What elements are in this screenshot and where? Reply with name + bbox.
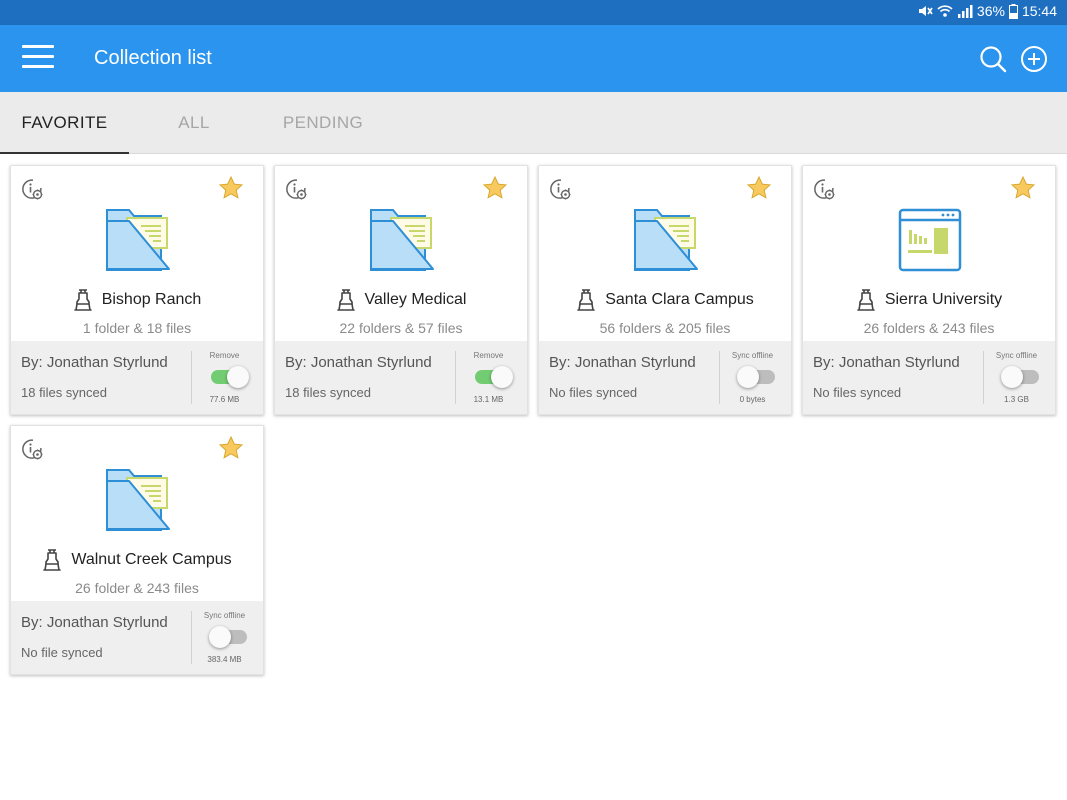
card-footer: By: Jonathan Styrlund No files synced Sy…: [803, 341, 1055, 414]
card-footer: By: Jonathan Styrlund 18 files synced Re…: [11, 341, 263, 414]
card-footer: By: Jonathan Styrlund 18 files synced Re…: [275, 341, 527, 414]
card-title-row: Bishop Ranch: [11, 288, 263, 312]
wifi-icon: [937, 5, 953, 17]
owner-icon: [43, 549, 62, 571]
page-title: Collection list: [94, 47, 212, 69]
card-title-row: Walnut Creek Campus: [11, 548, 263, 572]
card-sync-status: 18 files synced: [21, 385, 107, 400]
card-size: 13.1 MB: [473, 395, 504, 404]
card-size: 383.4 MB: [207, 655, 242, 664]
tab-all[interactable]: ALL: [129, 92, 259, 154]
collection-card[interactable]: Valley Medical 22 folders & 57 files By:…: [274, 165, 528, 415]
card-subtitle: 22 folders & 57 files: [339, 320, 463, 336]
favorite-star-icon[interactable]: [218, 435, 244, 461]
toggle-label: Remove: [209, 351, 240, 360]
toggle-label: Remove: [473, 351, 504, 360]
add-circle-icon[interactable]: [1020, 45, 1048, 73]
collection-card[interactable]: Sierra University 26 folders & 243 files…: [802, 165, 1056, 415]
card-title-row: Santa Clara Campus: [539, 288, 791, 312]
card-title-row: Sierra University: [803, 288, 1055, 312]
info-settings-icon[interactable]: [20, 437, 44, 461]
card-owner: By: Jonathan Styrlund: [21, 614, 168, 631]
dashboard-window-icon: [898, 208, 962, 272]
card-owner: By: Jonathan Styrlund: [21, 354, 168, 371]
card-subtitle: 1 folder & 18 files: [82, 320, 192, 336]
owner-icon: [73, 289, 92, 311]
toggle-label: Sync offline: [203, 611, 246, 620]
menu-icon[interactable]: [22, 45, 54, 71]
card-title: Valley Medical: [364, 291, 467, 308]
favorite-star-icon[interactable]: [218, 175, 244, 201]
mute-icon: [918, 6, 933, 16]
card-title: Sierra University: [884, 291, 1003, 308]
status-icons: 36% 15:44: [917, 3, 1057, 19]
card-size: 0 bytes: [739, 395, 766, 404]
tab-pending[interactable]: PENDING: [259, 92, 387, 154]
card-owner: By: Jonathan Styrlund: [285, 354, 432, 371]
card-sync-status: 18 files synced: [285, 385, 371, 400]
toggle-label: Sync offline: [731, 351, 774, 360]
sync-toggle[interactable]: [737, 366, 777, 388]
battery-percent: 36%: [976, 3, 1005, 19]
card-subtitle: 56 folders & 205 files: [599, 320, 731, 336]
card-sync-status: No files synced: [549, 385, 638, 400]
folder-icon: [106, 469, 170, 531]
folder-icon: [634, 209, 698, 271]
info-settings-icon[interactable]: [812, 177, 836, 201]
info-settings-icon[interactable]: [20, 177, 44, 201]
folder-icon: [106, 209, 170, 271]
card-title: Santa Clara Campus: [605, 291, 754, 308]
card-title: Walnut Creek Campus: [71, 551, 232, 568]
toggle-label: Sync offline: [995, 351, 1038, 360]
card-subtitle: 26 folders & 243 files: [863, 320, 995, 336]
owner-icon: [857, 289, 875, 311]
card-owner: By: Jonathan Styrlund: [813, 354, 960, 371]
card-footer: By: Jonathan Styrlund No file synced Syn…: [11, 601, 263, 674]
card-size: 77.6 MB: [209, 395, 240, 404]
card-sync-status: No file synced: [21, 645, 103, 660]
collection-card[interactable]: Santa Clara Campus 56 folders & 205 file…: [538, 165, 792, 415]
app-bar: Collection list: [0, 25, 1067, 92]
favorite-star-icon[interactable]: [482, 175, 508, 201]
favorite-star-icon[interactable]: [746, 175, 772, 201]
tab-favorite[interactable]: FAVORITE: [0, 92, 129, 154]
card-title-row: Valley Medical: [275, 288, 527, 312]
battery-icon: [1008, 3, 1018, 19]
sync-toggle[interactable]: [473, 366, 513, 388]
sync-toggle[interactable]: [209, 626, 249, 648]
clock: 15:44: [1021, 3, 1057, 19]
favorite-star-icon[interactable]: [1010, 175, 1036, 201]
sync-toggle[interactable]: [1001, 366, 1041, 388]
info-settings-icon[interactable]: [548, 177, 572, 201]
card-title: Bishop Ranch: [101, 291, 202, 308]
collection-card[interactable]: Walnut Creek Campus 26 folder & 243 file…: [10, 425, 264, 675]
signal-icon: [957, 5, 973, 18]
card-footer: By: Jonathan Styrlund No files synced Sy…: [539, 341, 791, 414]
owner-icon: [577, 289, 596, 311]
sync-toggle[interactable]: [209, 366, 249, 388]
card-sync-status: No files synced: [813, 385, 902, 400]
card-size: 1.3 GB: [1004, 395, 1029, 404]
owner-icon: [336, 289, 355, 311]
collection-card[interactable]: Bishop Ranch 1 folder & 18 files By: Jon…: [10, 165, 264, 415]
tab-bar: FAVORITE ALL PENDING: [0, 92, 1067, 154]
info-settings-icon[interactable]: [284, 177, 308, 201]
status-bar: 36% 15:44: [0, 0, 1067, 25]
folder-icon: [370, 209, 434, 271]
card-subtitle: 26 folder & 243 files: [75, 580, 199, 596]
card-owner: By: Jonathan Styrlund: [549, 354, 696, 371]
search-icon[interactable]: [979, 45, 1007, 73]
